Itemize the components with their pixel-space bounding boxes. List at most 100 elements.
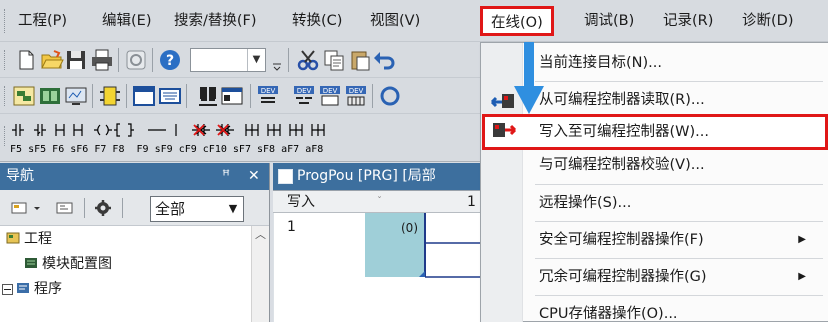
key-af8[interactable]: aF8 <box>305 144 323 155</box>
cut-icon[interactable] <box>296 48 320 72</box>
column-index: 1 <box>467 194 476 210</box>
refresh-icon[interactable] <box>378 84 402 108</box>
navigation-toolbar: 全部 ▼ <box>0 190 269 226</box>
menu-record[interactable]: 记录(R) <box>663 10 713 32</box>
key-cf9[interactable]: cF9 <box>179 144 197 155</box>
copy-icon[interactable] <box>322 48 346 72</box>
step-number: (0) <box>401 221 418 235</box>
toolbar-overflow-icon[interactable] <box>270 48 284 72</box>
tree-scrollbar[interactable]: ︿ <box>251 226 269 322</box>
row-number: 1 <box>287 219 296 235</box>
paste-icon[interactable] <box>348 48 372 72</box>
program-icon <box>16 280 30 294</box>
project-icon <box>6 230 20 244</box>
device-memory-icon[interactable]: DEV <box>344 84 368 108</box>
key-f8[interactable]: F8 <box>112 144 124 155</box>
menu-bar: 工程(P) 编辑(E) 搜索/替换(F) 转换(C) 视图(V) 在线(O) 调… <box>0 0 828 42</box>
tree-item-project[interactable]: 工程 <box>6 228 52 250</box>
key-f6[interactable]: F6 <box>52 144 64 155</box>
module-view-icon[interactable] <box>38 84 62 108</box>
toolbar-ladder: F5 sF5 F6 sF6 F7 F8 F9 sF9 cF9 cF10 sF7 … <box>0 114 540 162</box>
menu-item-safety-plc[interactable]: 安全可编程控制器操作(F) ▶ <box>482 222 828 258</box>
device-read-icon[interactable]: DEV <box>292 84 316 108</box>
save-icon[interactable] <box>64 48 88 72</box>
key-sf5[interactable]: sF5 <box>28 144 46 155</box>
guide-arrow-icon <box>514 42 544 114</box>
view-options-icon[interactable] <box>10 198 46 218</box>
project-view-icon[interactable] <box>12 84 36 108</box>
settings-icon[interactable] <box>92 198 114 218</box>
key-f5[interactable]: F5 <box>10 144 22 155</box>
key-cf10[interactable]: cF10 <box>203 144 227 155</box>
program-file-icon <box>278 169 293 184</box>
svg-text:DEV: DEV <box>323 87 338 95</box>
svg-text:DEV: DEV <box>349 87 364 95</box>
tree-item-program[interactable]: 程序 <box>2 278 62 300</box>
menu-find-replace[interactable]: 搜索/替换(F) <box>174 10 257 32</box>
key-af7[interactable]: aF7 <box>281 144 299 155</box>
chevron-down-icon[interactable]: ▼ <box>247 49 265 71</box>
column-marker-icon: ˇ <box>377 196 382 207</box>
new-file-icon[interactable] <box>14 48 38 72</box>
ladder-editor[interactable]: 写入 ˇ 1 1 (0) <box>273 190 485 322</box>
menu-item-verify-plc[interactable]: 与可编程控制器校验(V)... <box>482 147 828 183</box>
undo-icon[interactable] <box>372 48 396 72</box>
key-f7[interactable]: F7 <box>94 144 106 155</box>
key-sf7[interactable]: sF7 <box>233 144 251 155</box>
open-folder-icon[interactable] <box>40 48 64 72</box>
window-icon[interactable] <box>132 84 156 108</box>
key-sf9[interactable]: sF9 <box>155 144 173 155</box>
chevron-up-icon[interactable]: ︿ <box>252 226 269 244</box>
key-sf6[interactable]: sF6 <box>70 144 88 155</box>
toolbar-combo[interactable]: ▼ <box>190 48 266 72</box>
navigation-pane: 导航 ꟸ ✕ 全部 ▼ 工程 模块配置图 程序 ︿ <box>0 163 270 322</box>
menu-project[interactable]: 工程(P) <box>18 10 67 32</box>
collapse-minus-icon[interactable] <box>2 280 13 295</box>
fb-icon[interactable] <box>98 84 122 108</box>
toolbar-grip <box>4 86 7 106</box>
keyboard-icon[interactable] <box>158 84 182 108</box>
menu-item-redundant-plc[interactable]: 冗余可编程控制器操作(G) ▶ <box>482 259 828 295</box>
svg-text:?: ? <box>166 53 174 69</box>
svg-text:DEV: DEV <box>261 87 276 95</box>
monitor-icon[interactable] <box>64 84 88 108</box>
menu-debug[interactable]: 调试(B) <box>584 10 634 32</box>
navigation-filter-value: 全部 <box>155 200 186 218</box>
menu-view[interactable]: 视图(V) <box>370 10 420 32</box>
menubar-grip <box>4 9 7 33</box>
chevron-down-icon[interactable]: ▼ <box>223 197 243 221</box>
print-icon[interactable] <box>90 48 114 72</box>
editor-tab-title: ProgPou [PRG] [局部 <box>297 168 436 184</box>
menu-convert[interactable]: 转换(C) <box>292 10 342 32</box>
toolbar-grip <box>4 50 7 70</box>
editor-tab-progpou[interactable]: ProgPou [PRG] [局部 <box>273 163 485 190</box>
find-device-icon[interactable] <box>196 84 220 108</box>
collapse-icon[interactable] <box>54 198 76 218</box>
key-sf8[interactable]: sF8 <box>257 144 275 155</box>
menu-item-write-to-plc[interactable]: 写入至可编程控制器(W)... <box>482 114 828 150</box>
device-settings-icon[interactable] <box>124 48 148 72</box>
svg-text:DEV: DEV <box>297 87 312 95</box>
module-config-icon <box>24 255 38 269</box>
menu-online[interactable]: 在线(O) <box>480 6 554 36</box>
menu-item-cpu-memory[interactable]: CPU存储器操作(O)... <box>482 296 828 322</box>
toolbar-program: DEV DEV DEV DEV <box>0 78 540 114</box>
close-icon[interactable]: ✕ <box>248 163 260 190</box>
editor-header-row: 写入 ˇ 1 <box>273 191 485 213</box>
navigation-filter-combo[interactable]: 全部 ▼ <box>150 196 244 222</box>
help-icon[interactable]: ? <box>158 48 182 72</box>
menu-diagnostics[interactable]: 诊断(D) <box>742 10 793 32</box>
write-mode-label: 写入 <box>287 194 315 210</box>
menu-edit[interactable]: 编辑(E) <box>102 10 151 32</box>
toolbar-grip <box>4 126 7 146</box>
ladder-key-row: F5 sF5 F6 sF6 F7 F8 F9 sF9 cF9 cF10 sF7 … <box>10 144 323 155</box>
menu-item-remote-operation[interactable]: 远程操作(S)... <box>482 185 828 221</box>
ladder-symbols-icon <box>12 123 325 137</box>
ladder-window-icon[interactable] <box>220 84 244 108</box>
device-batch-icon[interactable]: DEV <box>256 84 280 108</box>
key-f9[interactable]: F9 <box>137 144 149 155</box>
pin-icon[interactable]: ꟸ <box>222 163 230 190</box>
ladder-grid[interactable]: 1 (0) <box>273 213 485 322</box>
device-write-icon[interactable]: DEV <box>318 84 342 108</box>
tree-item-module-config[interactable]: 模块配置图 <box>24 253 112 275</box>
